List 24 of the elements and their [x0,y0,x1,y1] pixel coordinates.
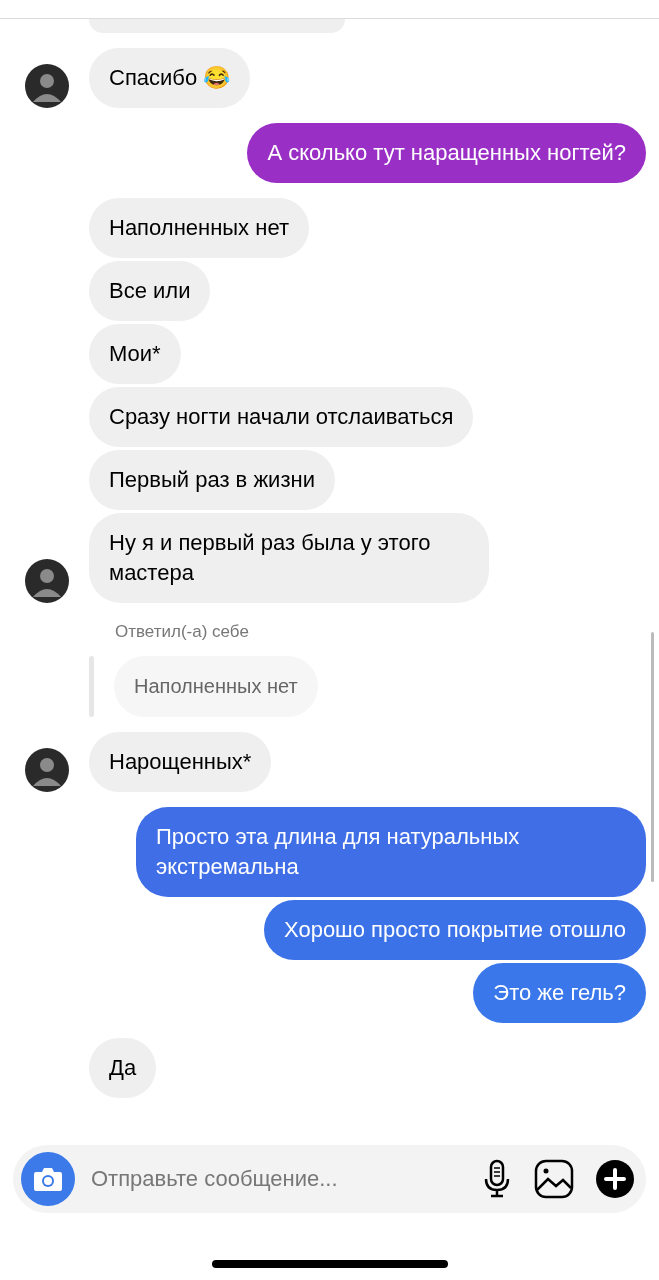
camera-icon [33,1166,63,1192]
avatar-icon[interactable] [25,559,69,603]
avatar-icon[interactable] [25,64,69,108]
microphone-icon[interactable] [482,1159,512,1199]
message-bubble: Наполненных нет [89,198,309,258]
message-bubble: Хорошо просто покрытие отошло [264,900,646,960]
quoted-message[interactable]: Наполненных нет [114,656,318,717]
message-bubble: Первый раз в жизни [89,450,335,510]
message-bubble: Мои* [89,324,181,384]
message-bubble: Спасибо 😂 [89,48,251,108]
message-input[interactable]: Отправьте сообщение... [89,1165,460,1193]
message-bubble: Нарощенных* [89,732,272,792]
add-icon[interactable] [596,1160,634,1198]
message-bubble: Просто эта длина для натуральных экстремальна [136,807,646,897]
message-bubble: Все или [89,261,211,321]
message-bubble: Да [89,1038,157,1098]
message-bubble: Сразу ногти начали отслаиваться [89,387,474,447]
message-bubble: Ну я и первый раз была у этого мастера [89,513,489,603]
reply-label: Ответил(-а) себе [115,622,250,642]
avatar-icon[interactable] [25,748,69,792]
message-bubble: Это же гель? [473,963,646,1023]
message-bubble: А сколько тут наращенных ногтей? [247,123,646,183]
image-icon[interactable] [534,1159,574,1199]
camera-button[interactable] [21,1152,75,1206]
